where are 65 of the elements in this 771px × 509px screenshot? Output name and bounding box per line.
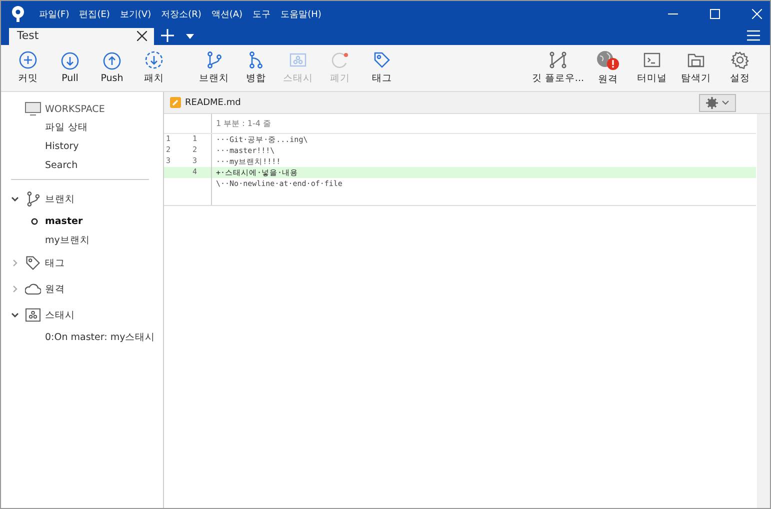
menu-item[interactable]: 파일(F) [39, 8, 70, 20]
monitor-icon [25, 102, 41, 116]
section-heading[interactable]: 태그 [45, 256, 65, 270]
toolbar-button[interactable]: 깃 플로우... [532, 51, 584, 85]
toolbar-button[interactable]: 탐색기 [676, 51, 716, 85]
toolbar-button[interactable]: 설정 [720, 51, 760, 85]
settings-dropdown[interactable] [699, 94, 736, 112]
fetch-icon [145, 51, 163, 69]
app-logo-icon [11, 5, 25, 23]
tag-icon [25, 255, 41, 271]
chevron-down-icon [722, 100, 729, 105]
menu-item[interactable]: 보기(V) [120, 8, 152, 20]
pencil-icon [170, 97, 181, 108]
chevron-down-icon[interactable] [11, 195, 19, 203]
terminal-icon [643, 51, 661, 69]
menu-item[interactable]: 편집(E) [79, 8, 110, 20]
toolbar-button[interactable]: Pull [49, 52, 91, 84]
plus-circle-icon [19, 51, 37, 69]
toolbar-button[interactable]: Push [91, 52, 133, 84]
gear-icon [706, 96, 718, 108]
folder-icon [687, 51, 705, 69]
settings-icon [731, 51, 749, 69]
stash-icon [289, 51, 307, 69]
cloud-icon [25, 283, 41, 295]
sidebar-item[interactable]: master [45, 216, 83, 227]
undo-icon [331, 51, 349, 69]
sidebar-item[interactable]: 0:On master: my스태시 [31, 331, 156, 344]
sidebar-item[interactable]: Search [1, 156, 163, 175]
section-heading[interactable]: 스태시 [45, 308, 75, 322]
up-arrow-circle-icon [103, 52, 121, 70]
menu-item[interactable]: 액션(A) [211, 8, 243, 20]
tag-icon [373, 51, 391, 69]
dropdown-caret-icon[interactable] [186, 34, 194, 39]
sidebar-item[interactable]: my브랜치 [31, 234, 90, 247]
git-flow-icon [548, 51, 567, 69]
toolbar-button[interactable]: 브랜치 [193, 51, 235, 85]
toolbar-button[interactable]: 태그 [361, 51, 403, 85]
merge-icon [247, 51, 265, 69]
toolbar-button[interactable]: 원격 [588, 50, 628, 86]
plus-icon[interactable] [161, 29, 174, 42]
globe-warning-icon [596, 50, 620, 70]
section-heading[interactable]: 원격 [45, 282, 65, 296]
chevron-down-icon[interactable] [11, 311, 19, 319]
toolbar-button[interactable]: 커밋 [7, 51, 49, 85]
file-name: README.md [185, 98, 241, 108]
scrollbar[interactable] [757, 114, 770, 508]
menu-item[interactable]: 도구 [252, 8, 271, 20]
toolbar-button[interactable]: 패치 [133, 51, 175, 85]
sidebar-item[interactable]: History [1, 137, 163, 156]
section-heading[interactable]: 브랜치 [45, 192, 75, 206]
menu-item[interactable]: 저장소(R) [161, 8, 202, 20]
section-heading: WORKSPACE [45, 104, 105, 114]
down-arrow-circle-icon [61, 52, 79, 70]
toolbar-button[interactable]: 터미널 [632, 51, 672, 85]
menu-item[interactable]: 도움말(H) [280, 8, 322, 20]
branch-icon [205, 51, 223, 69]
close-icon[interactable] [137, 31, 147, 41]
branch-icon [25, 191, 41, 207]
toolbar-button[interactable]: 병합 [235, 51, 277, 85]
tab[interactable]: Test [9, 28, 154, 45]
stash-icon [25, 308, 41, 322]
sidebar-item[interactable]: 파일 상태 [1, 118, 163, 137]
hunk-header: 1 부분 : 1-4 줄 [216, 118, 272, 129]
menu-icon[interactable] [747, 30, 760, 41]
maximize-icon[interactable] [710, 9, 720, 19]
